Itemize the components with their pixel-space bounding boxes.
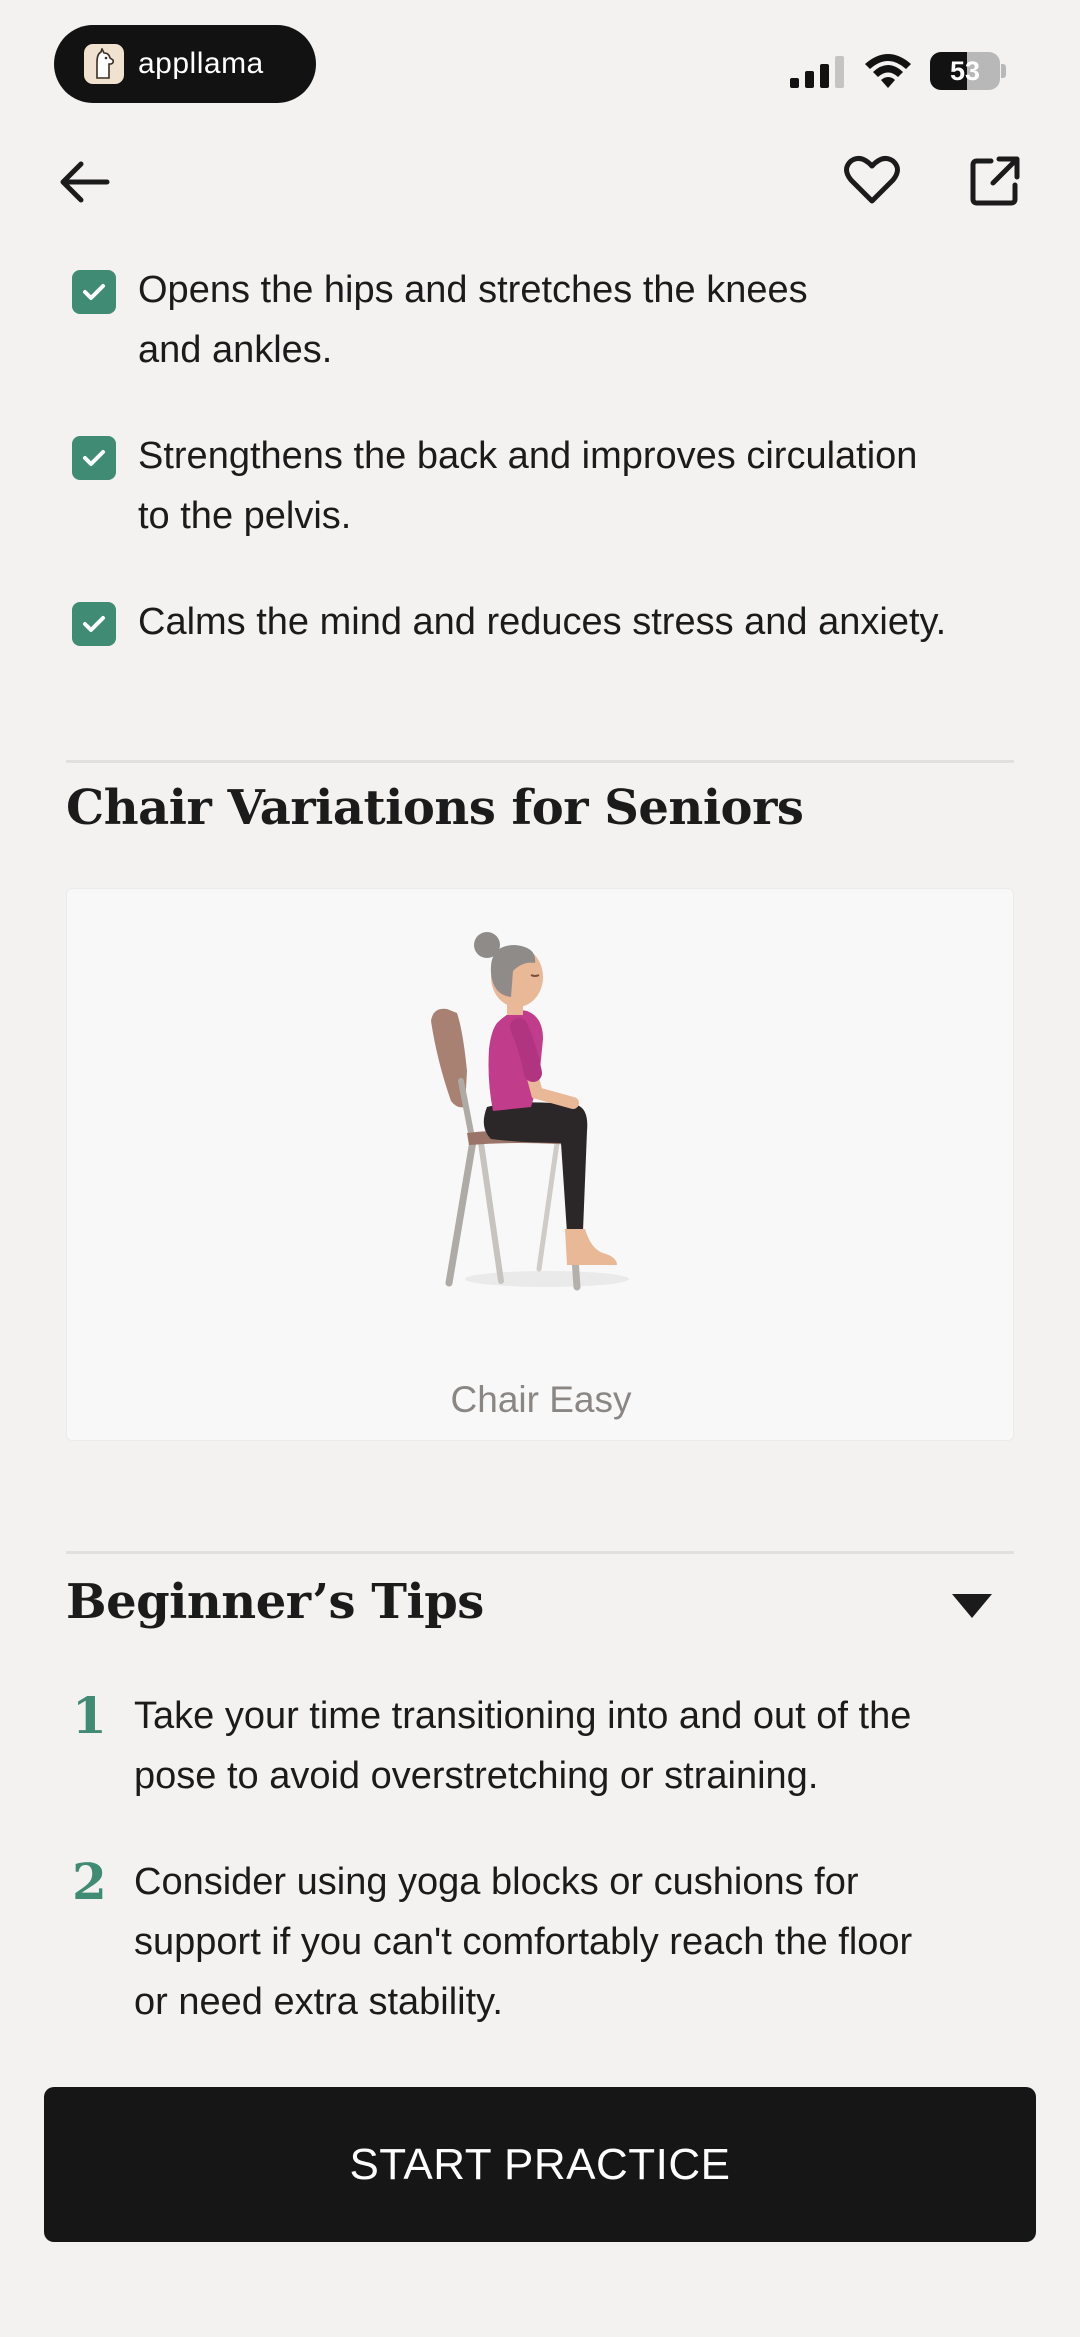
benefit-text: Strengthens the back and improves circul… <box>138 435 918 537</box>
benefit-item: Calms the mind and reduces stress and an… <box>72 592 1032 652</box>
battery-level: 53 <box>949 56 981 86</box>
variation-caption: Chair Easy <box>450 1379 632 1420</box>
heart-outline-icon <box>844 155 900 204</box>
app-name: appllama <box>138 47 264 80</box>
back-button[interactable] <box>52 150 116 214</box>
external-share-icon <box>970 156 1020 206</box>
app-badge[interactable]: appllama <box>54 25 316 103</box>
tip-item: 2 Consider using yoga blocks or cushions… <box>66 1852 1026 2032</box>
favorite-button[interactable] <box>838 148 906 212</box>
benefit-item: Opens the hips and stretches the knees a… <box>72 260 1032 380</box>
tip-text: Take your time transitioning into and ou… <box>134 1695 912 1797</box>
llama-logo-icon <box>84 44 124 84</box>
variation-card-chair-easy[interactable]: Chair Easy <box>66 888 1014 1441</box>
benefit-text: Opens the hips and stretches the knees a… <box>138 269 808 371</box>
benefit-text: Calms the mind and reduces stress and an… <box>138 601 947 643</box>
checkbox-checked-icon <box>72 270 116 314</box>
cellular-signal-icon <box>790 56 844 88</box>
caret-down-icon[interactable] <box>950 1592 994 1620</box>
status-bar: appllama 53 <box>0 0 1080 130</box>
start-practice-button[interactable]: START PRACTICE <box>44 2087 1036 2242</box>
chair-easy-pose-illustration <box>431 932 629 1291</box>
arrow-left-icon <box>60 161 110 203</box>
chair-variations-title: Chair Variations for Seniors <box>66 780 804 836</box>
checkbox-checked-icon <box>72 436 116 480</box>
battery-icon: 53 <box>930 52 1006 90</box>
tip-text: Consider using yoga blocks or cushions f… <box>134 1861 913 2023</box>
tip-number: 2 <box>72 1852 107 1911</box>
tip-number: 1 <box>72 1686 107 1745</box>
checkbox-checked-icon <box>72 602 116 646</box>
section-divider <box>66 760 1014 763</box>
wifi-icon <box>865 54 911 88</box>
beginners-tips-title[interactable]: Beginner’s Tips <box>66 1574 484 1630</box>
tip-item: 1 Take your time transitioning into and … <box>66 1686 1026 1806</box>
section-divider <box>66 1551 1014 1554</box>
share-button[interactable] <box>962 148 1028 214</box>
benefit-item: Strengthens the back and improves circul… <box>72 426 1032 546</box>
